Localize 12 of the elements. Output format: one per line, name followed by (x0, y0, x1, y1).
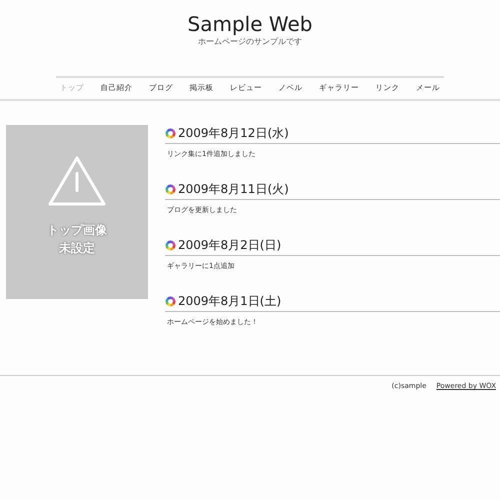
entry-date: 2009年8月11日(火) (178, 181, 289, 197)
ring-icon (165, 184, 176, 194)
entry-date: 2009年8月1日(土) (178, 293, 282, 309)
ring-icon (165, 128, 176, 138)
entry-date: 2009年8月2日(日) (178, 237, 282, 253)
entry-date: 2009年8月12日(水) (178, 125, 289, 141)
warning-icon (47, 155, 107, 207)
ring-icon (165, 240, 176, 250)
site-subtitle: ホームページのサンプルです (197, 36, 303, 48)
ring-icon (165, 296, 176, 306)
site-title: Sample Web (186, 12, 314, 36)
placeholder-caption: 未設定 (59, 240, 95, 257)
